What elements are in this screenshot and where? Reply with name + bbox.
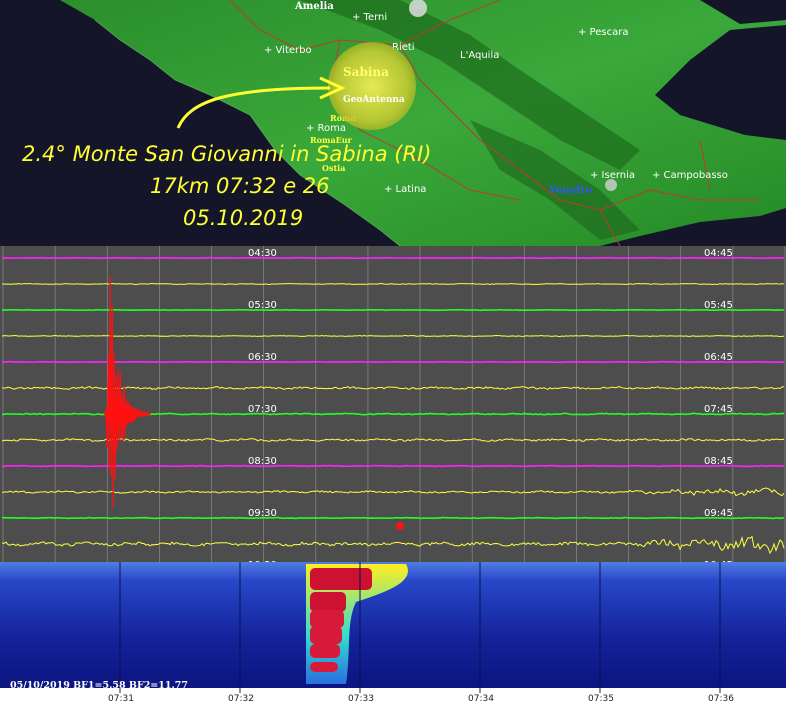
station-name: Sabina <box>343 65 389 79</box>
trace-row-0830 <box>1 464 785 468</box>
spectral-band <box>310 626 342 644</box>
place-amelia: Amelia <box>294 1 334 12</box>
caption-line-2: 17km 07:32 e 26 <box>150 174 330 198</box>
row-label-left: 09:30 <box>248 508 277 519</box>
spectral-band <box>310 610 344 628</box>
time-axis-label: 07:33 <box>348 694 374 702</box>
place-laquila: L'Aquila <box>460 50 499 61</box>
event-dot <box>396 522 404 530</box>
trace-row-0600 <box>1 335 785 337</box>
time-axis-label: 07:35 <box>588 694 614 702</box>
station-antenna: GeoAntenna <box>343 95 405 105</box>
caption-line-1: 2.4° Monte San Giovanni in Sabina (RI) <box>22 142 431 166</box>
trace-row-0930 <box>1 516 785 520</box>
seismograph-screenshot: Amelia + Terni + Viterbo Rieti + Pescara… <box>0 0 786 702</box>
trace-row-0500 <box>1 283 785 285</box>
time-axis-label: 07:32 <box>228 694 254 702</box>
region-map: Amelia + Terni + Viterbo Rieti + Pescara… <box>0 0 786 246</box>
spectrogram-info: 05/10/2019 BF1=5.58 BF2=11.77 <box>10 680 188 691</box>
row-label-right: 07:45 <box>704 404 733 415</box>
spectrogram-panel: 07:31 07:32 07:33 07:34 07:35 07:36 05/10/201… <box>0 562 786 702</box>
place-viterbo: + Viterbo <box>264 45 312 56</box>
row-label-left: 07:30 <box>248 404 277 415</box>
spectral-band <box>310 644 340 658</box>
place-pescara: + Pescara <box>578 27 628 38</box>
row-label-left: 08:30 <box>248 456 277 467</box>
spectral-band <box>310 662 338 672</box>
time-axis-label: 07:34 <box>468 694 494 702</box>
row-label-right: 05:45 <box>704 300 733 311</box>
time-axis-label: 07:36 <box>708 694 734 702</box>
earthquake-waveform-core <box>104 404 137 424</box>
trace-row-0530 <box>1 308 784 312</box>
row-label-left: 06:30 <box>248 352 277 363</box>
station-venafro: Venafro <box>548 185 593 196</box>
row-label-right: 04:45 <box>704 248 733 259</box>
spectral-band <box>310 592 346 612</box>
time-axis-label: 07:31 <box>108 694 134 702</box>
caption-line-3: 05.10.2019 <box>183 206 303 230</box>
spectral-band <box>310 568 372 590</box>
trace-row-0630 <box>1 360 785 364</box>
row-label-right: 08:45 <box>704 456 733 467</box>
place-isernia: + Isernia <box>590 170 635 181</box>
place-terni: + Terni <box>352 12 387 23</box>
row-label-left: 05:30 <box>248 300 277 311</box>
place-roma: + Roma <box>306 123 346 134</box>
trace-row-0430 <box>1 256 785 260</box>
place-latina: + Latina <box>384 184 426 195</box>
helicorder-panel: 04:30 04:45 05:30 05:45 06:30 06:45 07:30 07:45… <box>0 246 786 562</box>
row-label-left: 04:30 <box>248 248 277 259</box>
place-campobasso: + Campobasso <box>652 170 728 181</box>
row-label-right: 06:45 <box>704 352 733 363</box>
row-label-right: 09:45 <box>704 508 733 519</box>
